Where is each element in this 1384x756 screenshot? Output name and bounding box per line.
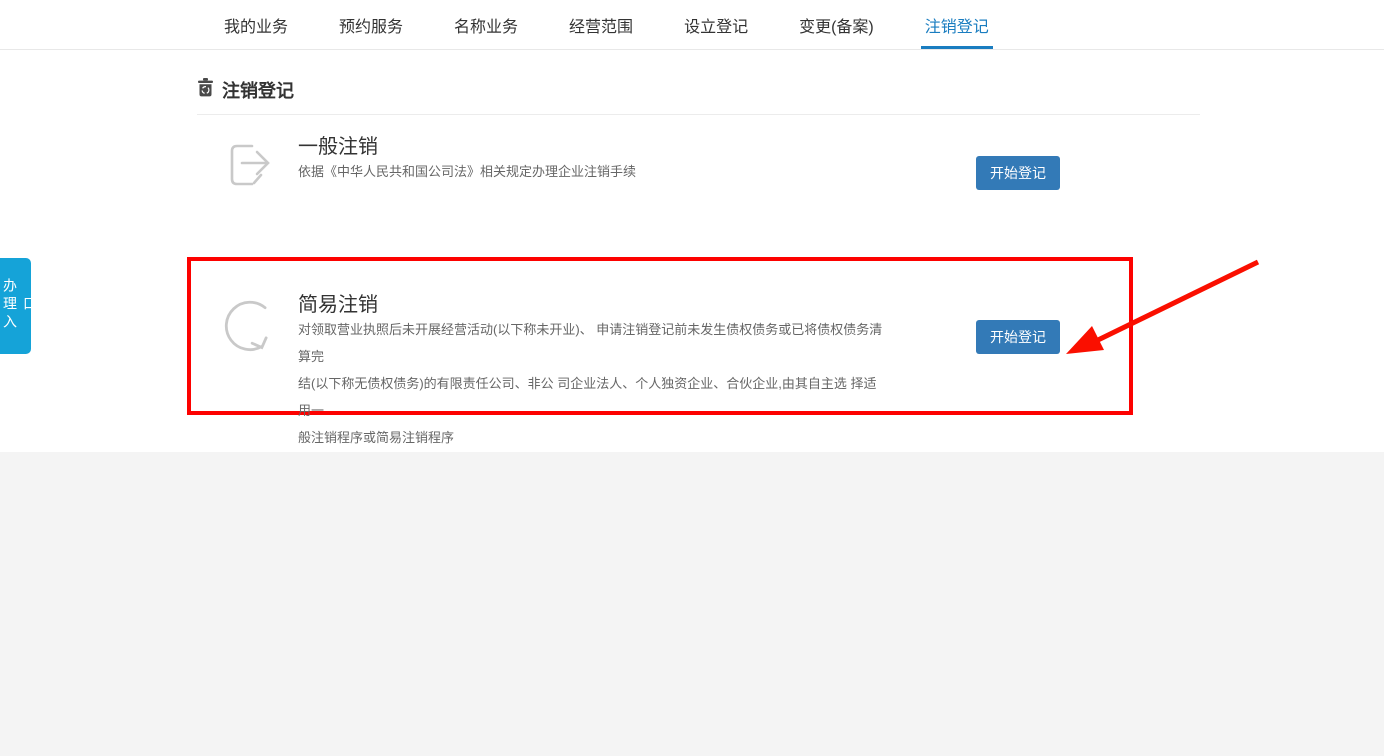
red-pointer-arrow-icon: [1056, 254, 1268, 371]
service-desc-simple: 对领取营业执照后未开展经营活动(以下称未开业)、 申请注销登记前未发生债权债务或…: [298, 316, 886, 451]
logout-arrow-icon: [222, 138, 276, 199]
section-divider: [197, 114, 1200, 115]
entry-portal-tab[interactable]: 办理入口: [0, 258, 31, 354]
tab-name-business[interactable]: 名称业务: [452, 0, 520, 49]
service-desc-line: 对领取营业执照后未开展经营活动(以下称未开业)、 申请注销登记前未发生债权债务或…: [298, 316, 886, 370]
tab-appointment[interactable]: 预约服务: [337, 0, 405, 49]
section-title: 注销登记: [222, 77, 294, 103]
service-desc-general: 依据《中华人民共和国公司法》相关规定办理企业注销手续: [298, 158, 636, 185]
trash-icon: [197, 78, 214, 102]
footer: 中国政府网 国家部委网站 驻港澳机构网站 省政府部门网站 地级以上市网站 各省区…: [0, 452, 1384, 756]
service-title-simple: 简易注销: [298, 288, 378, 317]
tab-my-business[interactable]: 我的业务: [222, 0, 290, 49]
start-registration-button-simple[interactable]: 开始登记: [976, 320, 1060, 354]
tab-change-record[interactable]: 变更(备案): [797, 0, 876, 49]
service-desc-line: 结(以下称无债权债务)的有限责任公司、非公 司企业法人、个人独资企业、合伙企业,…: [298, 370, 886, 424]
service-desc-line: 般注销程序或简易注销程序: [298, 424, 886, 451]
start-registration-button-general[interactable]: 开始登记: [976, 156, 1060, 190]
service-title-general: 一般注销: [298, 130, 378, 159]
page: 我的业务 预约服务 名称业务 经营范围 设立登记 变更(备案) 注销登记 注销登…: [0, 0, 1384, 756]
top-navigation: 我的业务 预约服务 名称业务 经营范围 设立登记 变更(备案) 注销登记: [0, 0, 1384, 50]
section-header: 注销登记: [197, 77, 294, 103]
tab-establishment[interactable]: 设立登记: [682, 0, 750, 49]
tab-business-scope[interactable]: 经营范围: [567, 0, 635, 49]
refresh-circle-icon: [222, 298, 278, 359]
tab-deregistration[interactable]: 注销登记: [923, 0, 991, 49]
